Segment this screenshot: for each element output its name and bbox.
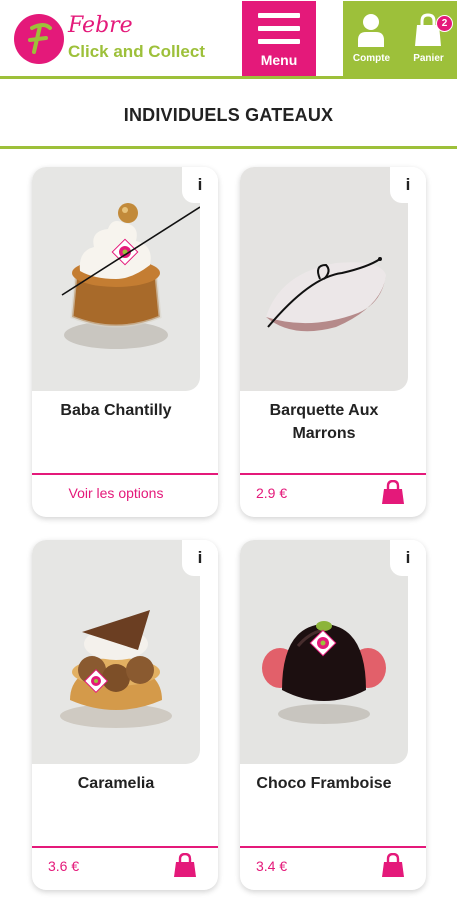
card-divider [32,473,218,475]
add-to-cart-bag-icon[interactable] [382,853,404,877]
logo-mark-icon [14,14,64,64]
account-label: Compte [352,53,391,64]
product-price: 3.6 € [48,858,80,874]
product-image[interactable] [32,167,200,391]
cart-button[interactable]: 2 Panier [400,1,457,77]
menu-button[interactable]: Menu [242,1,316,77]
account-button[interactable]: Compte [343,1,400,77]
cart-count-badge: 2 [436,15,453,32]
product-image[interactable] [32,540,200,764]
cart-label: Panier [413,53,444,64]
product-name[interactable]: Baba Chantilly [32,399,200,422]
product-card[interactable]: i Caramelia 3.6 € [32,540,218,890]
card-divider [32,846,218,848]
brand-name: Febre [68,13,133,38]
menu-label: Menu [260,52,298,68]
hamburger-icon [258,13,300,45]
add-to-cart-bag-icon[interactable] [382,480,404,504]
product-image[interactable] [240,167,408,391]
title-divider [0,146,457,149]
product-card[interactable]: i Barquette Aux Marrons 2.9 € [240,167,426,517]
product-price: 3.4 € [256,858,288,874]
product-name[interactable]: Caramelia [32,772,200,795]
product-card[interactable]: i Baba Chantilly Voir les options [32,167,218,517]
brand-tagline: Click and Collect [68,42,205,61]
product-image[interactable] [240,540,408,764]
page-title: INDIVIDUELS GATEAUX [123,105,334,125]
product-name[interactable]: Barquette Aux Marrons [240,399,408,445]
card-divider [240,846,426,848]
user-icon [358,14,384,47]
product-info-button[interactable]: i [390,167,426,203]
header: Febre Click and Collect Menu Compte 2 Pa… [0,0,457,79]
title-band: INDIVIDUELS GATEAUX [0,79,457,149]
product-info-button[interactable]: i [390,540,426,576]
product-card[interactable]: i Choco Framboise 3.4 € [240,540,426,890]
product-name[interactable]: Choco Framboise [240,772,408,795]
brand-logo[interactable]: Febre Click and Collect [10,12,230,67]
account-cart-bar: Compte 2 Panier [343,1,457,77]
add-to-cart-bag-icon[interactable] [174,853,196,877]
product-price: 2.9 € [256,485,288,501]
view-options-link[interactable]: Voir les options [32,485,200,501]
product-info-button[interactable]: i [182,540,218,576]
card-divider [240,473,426,475]
product-info-button[interactable]: i [182,167,218,203]
